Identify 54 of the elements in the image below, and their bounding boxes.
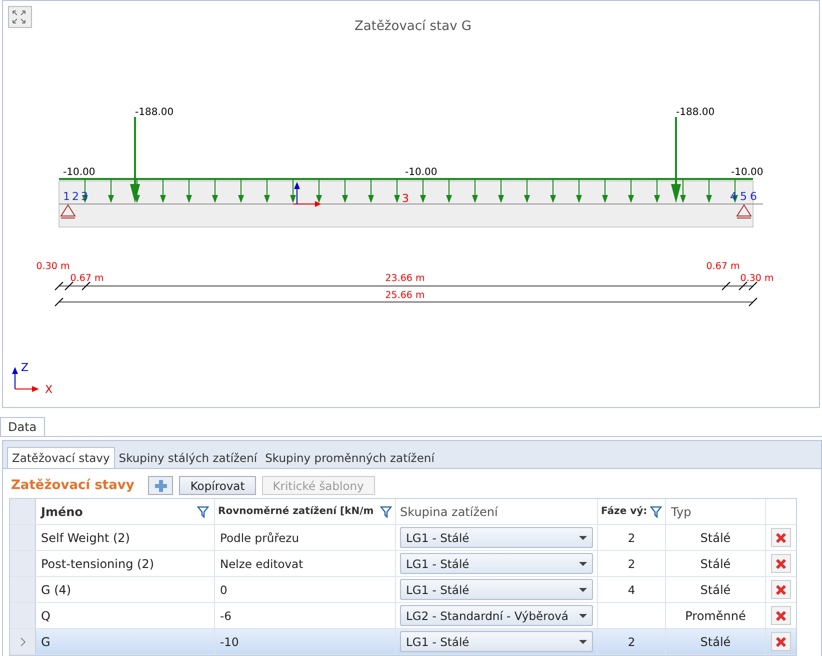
node-number: 1 bbox=[63, 190, 70, 203]
dimension-value: 0.30 m bbox=[740, 273, 774, 284]
column-header[interactable]: Fáze vý: bbox=[598, 499, 666, 524]
column-header[interactable]: Rovnoměrné zatížení [kN/m bbox=[215, 499, 396, 524]
dimension-value: 0.67 m bbox=[70, 273, 104, 284]
table-cell: 2 bbox=[598, 551, 666, 576]
table-cell: 2 bbox=[598, 525, 666, 550]
table-cell: 0 bbox=[215, 577, 396, 602]
node-number: 6 bbox=[750, 190, 757, 203]
diagram-title: Zatěžovací stav G bbox=[354, 19, 472, 34]
column-header[interactable]: Typ bbox=[666, 499, 766, 524]
load-group-dropdown[interactable]: LG1 - Stálé bbox=[400, 631, 593, 652]
table-cell: G (4) bbox=[36, 577, 215, 602]
node-number: 5 bbox=[740, 190, 747, 203]
point-load-value: -188.00 bbox=[676, 107, 715, 118]
tab[interactable]: Zatěžovací stavy bbox=[7, 447, 115, 468]
line-load-value: -10.00 bbox=[731, 167, 764, 178]
dimension-value: 0.67 m bbox=[706, 261, 740, 272]
table-cell: Podle průřezu bbox=[215, 525, 396, 550]
table-cell: 4 bbox=[598, 577, 666, 602]
table-cell: Self Weight (2) bbox=[36, 525, 215, 550]
tab[interactable]: Skupiny proměnných zatížení bbox=[261, 447, 438, 468]
line-load-value: -10.00 bbox=[405, 167, 438, 178]
table-cell: Proměnné bbox=[666, 603, 766, 628]
load-group-dropdown[interactable]: LG2 - Standardní - Výběrová bbox=[400, 605, 593, 626]
load-group-dropdown[interactable]: LG1 - Stálé bbox=[400, 527, 593, 548]
load-group-dropdown[interactable]: LG1 - Stálé bbox=[400, 579, 593, 600]
table-cell: 2 bbox=[598, 629, 666, 654]
dimension-value: 0.30 m bbox=[36, 261, 70, 272]
table-cell: Stálé bbox=[666, 629, 766, 654]
dimension-value: 23.66 m bbox=[385, 273, 425, 284]
column-header[interactable]: Jméno bbox=[36, 499, 215, 524]
axis-label: Z bbox=[21, 361, 29, 374]
table-cell: Stálé bbox=[666, 551, 766, 576]
table-cell: -6 bbox=[215, 603, 396, 628]
table-cell: Stálé bbox=[666, 577, 766, 602]
table-cell: Stálé bbox=[666, 525, 766, 550]
line-load-value: -10.00 bbox=[63, 167, 96, 178]
table-cell: Post-tensioning (2) bbox=[36, 551, 215, 576]
load-group-dropdown[interactable]: LG1 - Stálé bbox=[400, 553, 593, 574]
section-title: Zatěžovací stavy bbox=[11, 478, 134, 493]
tab[interactable]: Skupiny stálých zatížení bbox=[114, 447, 262, 468]
node-number: 2 bbox=[72, 190, 79, 203]
toolbar-button[interactable]: Kopírovat bbox=[179, 476, 256, 495]
column-header[interactable]: Skupina zatížení bbox=[396, 499, 598, 524]
total-dimension-value: 25.66 m bbox=[385, 290, 425, 301]
table-cell: Nelze editovat bbox=[215, 551, 396, 576]
axis-label: X bbox=[45, 383, 53, 396]
table-cell: G bbox=[36, 629, 215, 654]
table-cell: -10 bbox=[215, 629, 396, 654]
point-load-value: -188.00 bbox=[135, 107, 174, 118]
panel-tab[interactable]: Data bbox=[0, 417, 45, 436]
table-cell: Q bbox=[36, 603, 215, 628]
member-number: 3 bbox=[402, 192, 409, 205]
